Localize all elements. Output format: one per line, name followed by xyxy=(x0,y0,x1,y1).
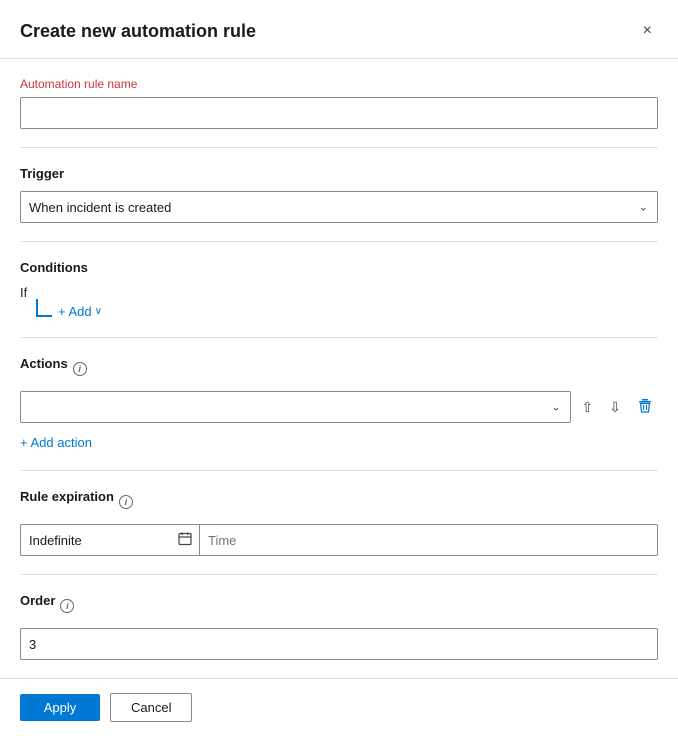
rule-expiration-info-icon: i xyxy=(119,495,133,509)
conditions-section: Conditions If + Add ∨ xyxy=(20,242,658,338)
dialog-body: Automation rule name Trigger When incide… xyxy=(0,59,678,678)
action-up-icon: ⇧ xyxy=(582,399,594,416)
actions-label-row: Actions i xyxy=(20,356,658,381)
action-select-wrapper: ⌄ xyxy=(20,391,571,423)
close-button[interactable]: × xyxy=(637,18,658,44)
rule-expiration-section: Rule expiration i xyxy=(20,471,658,575)
order-info-icon: i xyxy=(60,599,74,613)
action-move-up-button[interactable]: ⇧ xyxy=(577,395,599,420)
actions-row: ⌄ ⇧ ⇩ xyxy=(20,391,658,423)
expiration-time-input[interactable] xyxy=(200,524,658,556)
add-action-button[interactable]: + Add action xyxy=(20,433,92,452)
actions-section: Actions i ⌄ ⇧ ⇩ xyxy=(20,338,658,471)
rule-expiration-label-row: Rule expiration i xyxy=(20,489,658,514)
tree-line xyxy=(36,299,52,317)
automation-rule-name-label: Automation rule name xyxy=(20,77,658,91)
trigger-select[interactable]: When incident is created When incident i… xyxy=(20,191,658,223)
trigger-section: Trigger When incident is created When in… xyxy=(20,148,658,242)
trigger-label: Trigger xyxy=(20,166,658,181)
action-down-icon: ⇩ xyxy=(609,399,621,416)
order-section: Order i xyxy=(20,575,658,678)
add-action-label: + Add action xyxy=(20,435,92,450)
rule-expiration-label: Rule expiration xyxy=(20,489,114,504)
dialog-title: Create new automation rule xyxy=(20,21,256,42)
add-condition-row: + Add ∨ xyxy=(20,304,658,319)
action-select[interactable] xyxy=(20,391,571,423)
expiration-date-wrapper xyxy=(20,524,200,556)
expiration-date-input[interactable] xyxy=(20,524,200,556)
add-condition-button[interactable]: + Add ∨ xyxy=(58,304,102,319)
dialog-footer: Apply Cancel xyxy=(0,678,678,736)
dialog-header: Create new automation rule × xyxy=(0,0,678,58)
action-delete-button[interactable] xyxy=(632,394,658,421)
conditions-label: Conditions xyxy=(20,260,658,275)
action-move-down-button[interactable]: ⇩ xyxy=(604,395,626,420)
actions-info-icon: i xyxy=(73,362,87,376)
add-condition-label: + Add xyxy=(58,304,92,319)
add-action-row: + Add action xyxy=(20,433,658,452)
cancel-button[interactable]: Cancel xyxy=(110,693,192,722)
add-condition-chevron-icon: ∨ xyxy=(95,306,102,317)
create-automation-rule-dialog: Create new automation rule × Automation … xyxy=(0,0,678,736)
automation-rule-name-section: Automation rule name xyxy=(20,59,658,148)
apply-button[interactable]: Apply xyxy=(20,694,100,721)
order-label-row: Order i xyxy=(20,593,658,618)
expiration-row xyxy=(20,524,658,556)
automation-rule-name-input[interactable] xyxy=(20,97,658,129)
conditions-if-label: If xyxy=(20,285,658,300)
order-label: Order xyxy=(20,593,55,608)
trigger-select-wrapper: When incident is created When incident i… xyxy=(20,191,658,223)
order-input[interactable] xyxy=(20,628,658,660)
actions-label: Actions xyxy=(20,356,68,371)
action-delete-icon xyxy=(637,398,653,417)
